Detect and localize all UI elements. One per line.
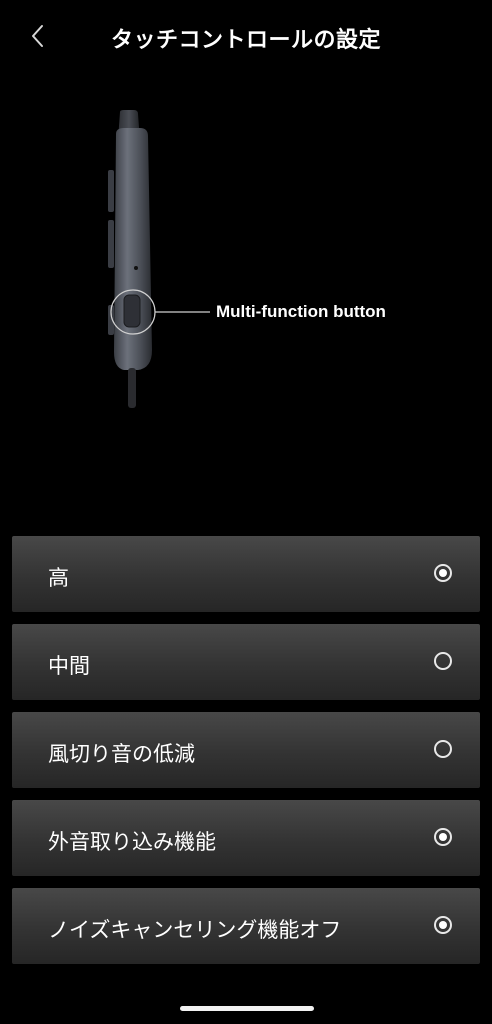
option-high[interactable]: 高 — [12, 536, 480, 612]
option-label: 外音取り込み機能 — [48, 830, 216, 854]
option-label: 高 — [48, 566, 69, 590]
option-label: 中間 — [48, 654, 90, 678]
page-title: タッチコントロールの設定 — [110, 28, 381, 53]
multi-function-button-label: Multi-function button — [216, 302, 386, 321]
option-wind-noise-reduction[interactable]: 風切り音の低減 — [12, 712, 480, 788]
device-illustration — [100, 100, 440, 420]
option-noise-cancelling-off[interactable]: ノイズキャンセリング機能オフ — [12, 888, 480, 964]
touch-control-options: 高 中間 風切り音の低減 外音取り込み機能 ノイズキャンセリング機能オフ — [12, 536, 480, 976]
option-label: ノイズキャンセリング機能オフ — [48, 918, 342, 942]
option-label: 風切り音の低減 — [48, 742, 195, 766]
option-medium[interactable]: 中間 — [12, 624, 480, 700]
home-indicator — [180, 1006, 314, 1011]
radio-selected-icon[interactable] — [434, 564, 452, 582]
remote-device-image — [108, 110, 210, 408]
option-ambient-sound[interactable]: 外音取り込み機能 — [12, 800, 480, 876]
radio-unselected-icon[interactable] — [434, 652, 452, 670]
radio-selected-icon[interactable] — [434, 828, 452, 846]
header-bar: タッチコントロールの設定 — [0, 0, 492, 72]
radio-unselected-icon[interactable] — [434, 740, 452, 758]
radio-selected-icon[interactable] — [434, 916, 452, 934]
